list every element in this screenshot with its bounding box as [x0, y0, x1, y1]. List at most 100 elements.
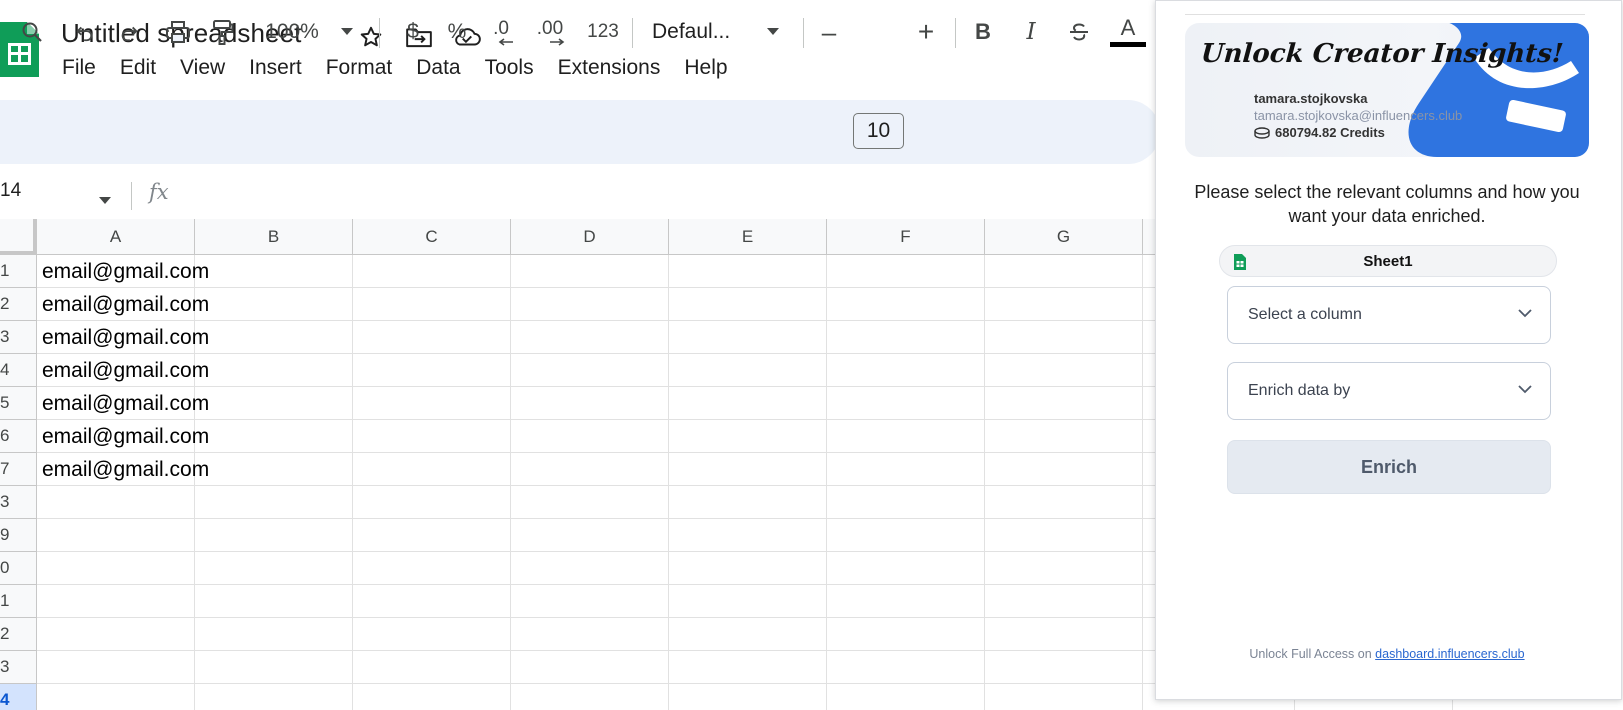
- chevron-down-icon: [1518, 309, 1532, 318]
- sheet-selector[interactable]: Sheet1: [1219, 245, 1557, 277]
- decrease-font-size-button[interactable]: –: [815, 12, 843, 52]
- row-gridline: [37, 419, 1160, 420]
- row-header[interactable]: 1: [0, 585, 37, 618]
- menu-file[interactable]: File: [62, 54, 96, 82]
- banner-title: Unlock Creator Insights!: [1199, 39, 1565, 69]
- strikethrough-icon[interactable]: [1064, 12, 1094, 52]
- currency-format-button[interactable]: $: [398, 12, 428, 52]
- row-gridline: [37, 683, 1160, 684]
- star-icon[interactable]: [354, 23, 388, 51]
- select-all-corner[interactable]: [0, 219, 37, 255]
- increase-decimal-button[interactable]: .00: [530, 12, 570, 52]
- column-header-g[interactable]: G: [985, 219, 1143, 255]
- footer-text: Unlock Full Access on: [1249, 647, 1372, 661]
- undo-icon[interactable]: [68, 12, 102, 52]
- enrich-button[interactable]: Enrich: [1227, 440, 1551, 494]
- menu-data[interactable]: Data: [416, 54, 460, 82]
- name-box-value: 14: [0, 180, 22, 201]
- toolbar-divider: [803, 18, 804, 48]
- menu-format[interactable]: Format: [326, 54, 393, 82]
- row-header[interactable]: 3: [0, 651, 37, 684]
- row-gridline: [37, 485, 1160, 486]
- column-header-a[interactable]: A: [37, 219, 195, 255]
- toolbar-divider: [632, 18, 633, 48]
- row-header[interactable]: 4: [0, 354, 37, 387]
- account-username: tamara.stojkovska: [1254, 91, 1368, 106]
- row-header[interactable]: 2: [0, 288, 37, 321]
- decrease-decimal-button[interactable]: .0: [484, 12, 518, 52]
- toolbar-divider: [379, 18, 380, 48]
- menu-tools[interactable]: Tools: [485, 54, 534, 82]
- name-box-dropdown-icon[interactable]: [99, 192, 111, 210]
- column-header-c[interactable]: C: [353, 219, 511, 255]
- minus-label: –: [821, 16, 837, 47]
- italic-button[interactable]: I: [1016, 12, 1046, 52]
- cell-a1[interactable]: email@gmail.com: [42, 260, 209, 284]
- row-header[interactable]: 4: [0, 684, 37, 710]
- increase-font-size-button[interactable]: +: [912, 12, 940, 52]
- menu-insert[interactable]: Insert: [249, 54, 302, 82]
- enrich-by-select[interactable]: Enrich data by: [1227, 362, 1551, 420]
- row-gridline: [37, 650, 1160, 651]
- menu-help[interactable]: Help: [684, 54, 727, 82]
- row-gridline: [37, 584, 1160, 585]
- text-color-swatch: [1110, 42, 1146, 47]
- column-header-d[interactable]: D: [511, 219, 669, 255]
- bold-button[interactable]: B: [968, 12, 998, 52]
- number-format-button[interactable]: 123: [580, 12, 626, 52]
- text-color-button[interactable]: A: [1110, 12, 1146, 52]
- print-icon[interactable]: [160, 12, 196, 52]
- menu-view[interactable]: View: [180, 54, 225, 82]
- cell-a4[interactable]: email@gmail.com: [42, 359, 209, 383]
- plus-label: +: [917, 16, 935, 47]
- row-header[interactable]: 2: [0, 618, 37, 651]
- bold-label: B: [975, 19, 991, 44]
- search-menus-icon[interactable]: [14, 12, 50, 52]
- font-size-value: 10: [866, 119, 891, 142]
- column-select[interactable]: Select a column: [1227, 286, 1551, 344]
- menu-bar: File Edit View Insert Format Data Tools …: [62, 54, 752, 82]
- dashboard-link[interactable]: dashboard.influencers.club: [1375, 647, 1524, 661]
- row-header[interactable]: 5: [0, 387, 37, 420]
- paint-format-icon[interactable]: [206, 12, 240, 52]
- redo-icon[interactable]: [112, 12, 146, 52]
- cell-a6[interactable]: email@gmail.com: [42, 425, 209, 449]
- credits-text: 680794.82 Credits: [1275, 125, 1385, 140]
- currency-label: $: [407, 20, 419, 43]
- zoom-dropdown-icon[interactable]: [336, 12, 358, 52]
- account-email: tamara.stojkovska@influencers.club: [1254, 108, 1463, 123]
- cell-a2[interactable]: email@gmail.com: [42, 293, 209, 317]
- menu-edit[interactable]: Edit: [120, 54, 156, 82]
- zoom-select[interactable]: 100%: [260, 12, 324, 52]
- menu-extensions[interactable]: Extensions: [558, 54, 661, 82]
- row-header[interactable]: 7: [0, 453, 37, 486]
- row-header[interactable]: 3: [0, 486, 37, 519]
- column-gridline: [194, 255, 195, 710]
- row-header[interactable]: 3: [0, 321, 37, 354]
- cell-a5[interactable]: email@gmail.com: [42, 392, 209, 416]
- row-gridline: [37, 518, 1160, 519]
- column-header-f[interactable]: F: [827, 219, 985, 255]
- column-header-e[interactable]: E: [669, 219, 827, 255]
- row-header[interactable]: 6: [0, 420, 37, 453]
- row-header[interactable]: 1: [0, 255, 37, 288]
- row-gridline: [37, 452, 1160, 453]
- zoom-value: 100%: [265, 20, 319, 43]
- panel-divider: [1185, 14, 1585, 15]
- cell-a3[interactable]: email@gmail.com: [42, 326, 209, 350]
- font-size-input[interactable]: 10: [853, 113, 904, 149]
- column-header-b[interactable]: B: [195, 219, 353, 255]
- row-gridline: [37, 551, 1160, 552]
- font-name: Defaul...: [652, 20, 731, 43]
- column-gridline: [1142, 255, 1143, 710]
- row-header[interactable]: 9: [0, 519, 37, 552]
- row-header[interactable]: 0: [0, 552, 37, 585]
- font-select[interactable]: Defaul...: [652, 12, 746, 52]
- percent-format-button[interactable]: %: [442, 12, 472, 52]
- function-icon: fx: [149, 180, 169, 204]
- promo-banner: Unlock Creator Insights! tamara.stojkovs…: [1185, 23, 1589, 157]
- column-select-placeholder: Select a column: [1248, 306, 1362, 323]
- font-dropdown-icon[interactable]: [762, 12, 784, 52]
- cell-a7[interactable]: email@gmail.com: [42, 458, 209, 482]
- name-box[interactable]: 14: [0, 180, 21, 202]
